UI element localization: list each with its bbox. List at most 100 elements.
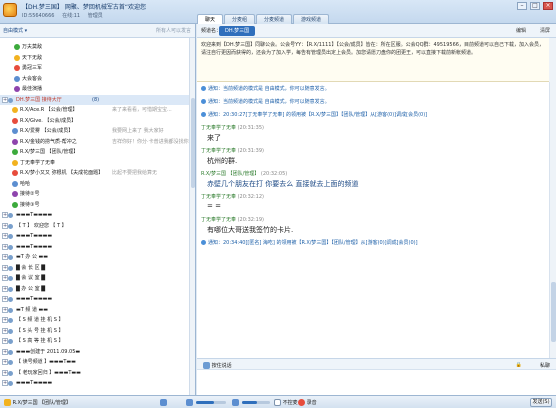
user-signature: 我要网上来了 我大家好: [112, 128, 164, 134]
channel-row[interactable]: + 【 老玩家回归 】▬▬▬T▬▬: [0, 368, 190, 378]
system-notice: 通知：当前频道的模式是 自由模式，你可以随意发言。: [201, 98, 330, 105]
channel-row[interactable]: + ▬▬▬T▬▬▬▬: [0, 294, 190, 304]
send-button[interactable]: 发送(S): [530, 398, 552, 407]
free-mic-checkbox[interactable]: [274, 399, 281, 406]
minimize-icon[interactable]: –: [517, 2, 527, 10]
tree-label: 大会客会: [22, 75, 43, 82]
tree-label: R.X/爱雾 【公会/成员】: [20, 128, 74, 134]
user-status-icon: [12, 191, 18, 197]
close-icon[interactable]: ×: [543, 2, 553, 10]
tree-label: 【 S 头 号 挂 机 S 】: [16, 327, 64, 334]
chat-scrollbar[interactable]: [549, 82, 556, 358]
user-status-icon: [12, 170, 18, 176]
user-status-icon: [12, 201, 18, 208]
message-sender: R.X/梦三国 【团队/管理】 (20:32:05): [201, 170, 287, 177]
mode-select[interactable]: 自由模式 ▾: [3, 27, 27, 34]
tab-chat[interactable]: 聊天: [197, 14, 224, 24]
mic-volume-icon[interactable]: [232, 399, 239, 406]
user-row[interactable]: R.X/梦小又又 弥根机 【夫成花面题】 比起不要把我给算无: [0, 168, 190, 178]
mic-volume-fill: [242, 401, 258, 404]
record-button[interactable]: 录音: [298, 399, 317, 406]
window-controls: – □ ×: [517, 2, 553, 10]
channel-row[interactable]: + ▬▬▬T▬▬▬▬: [0, 210, 190, 220]
user-row[interactable]: 接待②号: [0, 189, 190, 199]
user-status-icon: [14, 65, 20, 71]
channel-icon: [8, 297, 13, 302]
lock-icon[interactable]: 🔒: [516, 362, 522, 368]
current-user[interactable]: R.X/梦三国 【团队/管理】: [4, 399, 71, 406]
clear-button[interactable]: 清屏: [540, 27, 550, 34]
maximize-icon[interactable]: □: [530, 2, 540, 10]
tree-label: R.X/Give. 【公会/成员】: [20, 117, 77, 124]
message-body: = =: [207, 202, 221, 210]
tree-label: 【 老玩家回归 】▬▬▬T▬▬: [16, 369, 81, 376]
tree-scrollbar[interactable]: [189, 38, 195, 395]
message-input[interactable]: [197, 370, 556, 395]
channel-row[interactable]: + ▬▬▬创建于 2011.09.05▬: [0, 347, 190, 357]
message-time: (20:31:35): [237, 125, 264, 131]
channel-icon: [8, 360, 13, 365]
channel-row[interactable]: + ▬▬▬T▬▬▬▬: [0, 242, 190, 252]
room-name[interactable]: DH.梦三国: [219, 26, 256, 36]
private-chat-button[interactable]: 私聊: [540, 362, 550, 369]
tree-label: ▬▬▬创建于 2011.09.05▬: [16, 348, 81, 355]
system-notice: 通知：20:30:27[丁无奉学了无奉] 的领用被【R.X/梦三国】【团队/管理…: [201, 111, 427, 118]
user-row[interactable]: 万夫莫敌: [0, 42, 190, 52]
user-row[interactable]: 最佳演播: [0, 84, 190, 94]
channel-row[interactable]: + 【 S 头 号 挂 机 S 】: [0, 326, 190, 336]
channel-row[interactable]: + DH.梦三国 接待大厅 (8): [0, 94, 190, 105]
user-status-icon: [14, 44, 20, 50]
user-row[interactable]: 接待③号: [0, 200, 190, 210]
sender-name[interactable]: 丁无奉学了无奉: [201, 217, 238, 223]
channel-row[interactable]: + ▬▬▬T▬▬▬▬: [0, 378, 190, 388]
channel-row[interactable]: + 【 读号频道 】▬▬▬T▬▬: [0, 357, 190, 367]
user-row[interactable]: R.X/爱雾 【公会/成员】 我要网上来了 我大家好: [0, 126, 190, 136]
chat-scroll-thumb[interactable]: [551, 282, 556, 342]
user-row[interactable]: 丁无奉学了无奉: [0, 158, 190, 168]
tree-scroll-thumb[interactable]: [191, 98, 195, 188]
speaker-volume-icon[interactable]: [186, 399, 193, 406]
channel-row[interactable]: + ▬T 频 道 ▬▬: [0, 305, 190, 315]
user-row[interactable]: 哈哈: [0, 179, 190, 189]
manage-link[interactable]: 管理员: [88, 13, 103, 19]
channel-row[interactable]: + █ 会 长 区 █: [0, 263, 190, 273]
free-mic-toggle[interactable]: 不控麦: [274, 399, 298, 406]
user-row[interactable]: R.X/Give. 【公会/成员】: [0, 116, 190, 126]
user-row[interactable]: R.X/金钱的捞气质-帮冲之 吉祥你好！你分·卡普进我都没找你: [0, 137, 190, 147]
speaker-volume-slider[interactable]: [196, 401, 226, 404]
tree-label: █ 办 公 室 █: [16, 285, 46, 292]
tree-label: R.X/Ace.R 【公会/管理】: [20, 107, 78, 113]
speaker-glyph: [186, 399, 193, 406]
user-row[interactable]: 大会客会: [0, 74, 190, 84]
sender-name[interactable]: 丁无奉学了无奉: [201, 194, 238, 200]
sender-name[interactable]: 丁无奉学了无奉: [201, 148, 238, 154]
sender-name[interactable]: R.X/梦三国 【团队/管理】: [201, 171, 261, 177]
tab-mic-group[interactable]: 分麦组: [224, 14, 256, 24]
tree-label: 【 S 频 道 挂 机 S 】: [16, 317, 64, 323]
channel-row[interactable]: + 【 T 】 欢迎您 【 T 】: [0, 221, 190, 231]
voice-mode-button[interactable]: 按住说话: [203, 362, 232, 369]
user-row[interactable]: R.X/梦三国 【团队/管理】: [0, 147, 190, 157]
channel-tree-panel: 自由模式 ▾ 所有人可以发言 万夫莫敌 天下无敌 勇冠三军大会客会最佳演播 + DH.梦…: [0, 24, 196, 395]
user-row[interactable]: 勇冠三军: [0, 63, 190, 73]
notice-scrollbar[interactable]: [549, 38, 556, 82]
channel-id: ID:55640666: [22, 13, 55, 19]
user-row[interactable]: R.X/Ace.R 【公会/管理】 来了来看看，可惜期宝宝...: [0, 105, 190, 115]
tab-game-channel[interactable]: 游戏频道: [293, 14, 330, 24]
sender-name[interactable]: 丁无奉学了无奉: [201, 125, 238, 131]
message-body: 杭州的群.: [207, 157, 238, 165]
channel-row[interactable]: + ▬▬▬T▬▬▬▬: [0, 231, 190, 241]
mode-hint: 所有人可以发言: [155, 28, 191, 34]
tree-label: 接待③号: [20, 201, 40, 208]
mic-volume-slider[interactable]: [242, 401, 270, 404]
tab-mic-channel[interactable]: 分麦频道: [256, 14, 293, 24]
user-row[interactable]: 天下无敌: [0, 53, 190, 63]
channel-row[interactable]: + 【 S 高 等 挂 机 S 】: [0, 336, 190, 346]
channel-row[interactable]: + █ 会 议 室 █: [0, 273, 190, 283]
message-time: (20:32:05): [260, 171, 288, 177]
channel-row[interactable]: + █ 办 公 室 █: [0, 284, 190, 294]
mic-icon[interactable]: [160, 399, 167, 406]
edit-button[interactable]: 编辑: [516, 27, 526, 34]
channel-row[interactable]: + 【 S 频 道 挂 机 S 】: [0, 315, 190, 325]
channel-row[interactable]: + ▬T 办 公 ▬▬: [0, 252, 190, 262]
